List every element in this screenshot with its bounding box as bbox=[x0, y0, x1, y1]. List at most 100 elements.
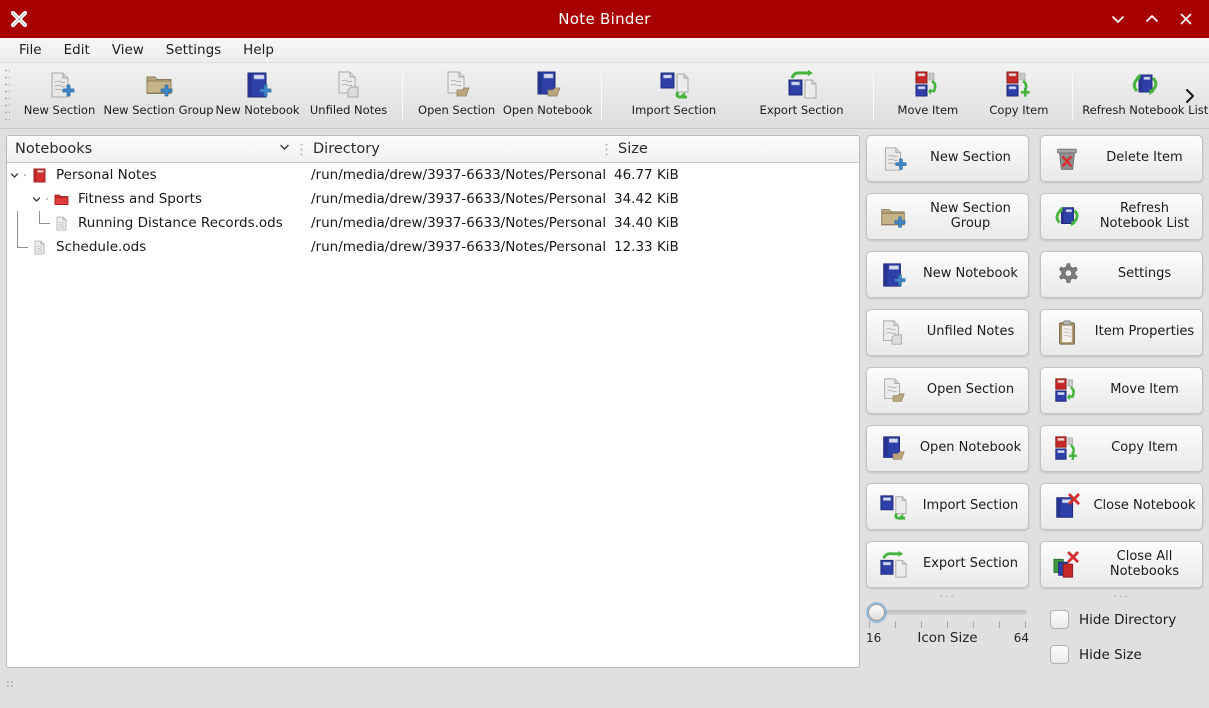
tree-rows: Personal Notes /run/media/drew/3937-6633… bbox=[7, 163, 859, 667]
overflow-ellipsis-left[interactable]: ... bbox=[866, 588, 1029, 600]
tree-cell-name[interactable]: Fitness and Sports bbox=[7, 187, 305, 211]
toolbar-export-section[interactable]: Export Section bbox=[738, 63, 866, 125]
panel-new-section-group-button[interactable]: New Section Group bbox=[866, 193, 1029, 240]
panel-move-item-button[interactable]: Move Item bbox=[1040, 367, 1203, 414]
menu-view[interactable]: View bbox=[101, 40, 155, 60]
toolbar-label: New Section Group bbox=[103, 103, 214, 117]
toolbar-new-section[interactable]: New Section bbox=[14, 63, 105, 125]
panel-open-notebook-button[interactable]: Open Notebook bbox=[866, 425, 1029, 472]
minimize-button[interactable] bbox=[1101, 2, 1135, 36]
toolbar-move-item[interactable]: Move Item bbox=[882, 63, 973, 125]
panel-overflow-indicators: ... ... bbox=[866, 588, 1203, 600]
slider-ticks bbox=[866, 621, 1029, 628]
column-resize-handle[interactable] bbox=[300, 142, 303, 156]
column-header-notebooks[interactable]: Notebooks bbox=[7, 136, 305, 162]
panel-item-properties-button[interactable]: Item Properties bbox=[1040, 309, 1203, 356]
move-item-icon bbox=[1050, 377, 1084, 405]
toolbar-label: Unfiled Notes bbox=[309, 103, 388, 117]
hide-size-checkbox-row[interactable]: Hide Size bbox=[1050, 645, 1203, 664]
table-row[interactable]: Fitness and Sports /run/media/drew/3937-… bbox=[7, 187, 859, 211]
toolbar-unfiled-notes[interactable]: Unfiled Notes bbox=[303, 63, 394, 125]
panel-button-label: Delete Item bbox=[1106, 150, 1183, 166]
icon-size-slider[interactable]: 16 Icon Size 64 bbox=[866, 602, 1029, 664]
tree-cell-name[interactable]: Schedule.ods bbox=[7, 235, 305, 259]
document-icon bbox=[29, 240, 50, 255]
document-add-icon bbox=[45, 68, 75, 101]
toolbar-import-section[interactable]: Import Section bbox=[610, 63, 738, 125]
hide-directory-checkbox-row[interactable]: Hide Directory bbox=[1050, 610, 1203, 629]
toolbar-separator bbox=[402, 69, 404, 120]
panel-button-label: New Section bbox=[930, 150, 1011, 166]
window-title: Note Binder bbox=[558, 10, 651, 28]
panel-refresh-notebook-list-button[interactable]: Refresh Notebook List bbox=[1040, 193, 1203, 240]
table-row[interactable]: Schedule.ods /run/media/drew/3937-6633/N… bbox=[7, 235, 859, 259]
expander-chevron-down-icon[interactable] bbox=[29, 194, 43, 205]
documents-icon bbox=[334, 68, 364, 101]
panel-export-section-button[interactable]: Export Section bbox=[866, 541, 1029, 588]
panel-close-notebook-button[interactable]: Close Notebook bbox=[1040, 483, 1203, 530]
panel-button-label: Open Notebook bbox=[919, 440, 1022, 456]
toolbar-open-section[interactable]: Open Section bbox=[411, 63, 502, 125]
toolbar-separator bbox=[873, 69, 875, 120]
document-open-icon bbox=[876, 377, 910, 405]
column-header-size[interactable]: Size bbox=[610, 136, 859, 162]
toolbar-label: Import Section bbox=[631, 103, 717, 117]
toolbar-new-notebook[interactable]: New Notebook bbox=[212, 63, 303, 125]
toolbar-overflow-button[interactable] bbox=[1177, 63, 1203, 128]
toolbar-drag-handle[interactable] bbox=[4, 67, 10, 124]
note-binder-window: Note Binder File Edit View Settings Help bbox=[0, 0, 1209, 708]
main-content: Notebooks Directory Size Personal Notes … bbox=[0, 129, 1209, 668]
menu-settings[interactable]: Settings bbox=[155, 40, 232, 60]
menu-edit[interactable]: Edit bbox=[53, 40, 101, 60]
notebooks-tree-view[interactable]: Notebooks Directory Size Personal Notes … bbox=[6, 135, 860, 668]
overflow-ellipsis-right[interactable]: ... bbox=[1040, 588, 1203, 600]
maximize-button[interactable] bbox=[1135, 2, 1169, 36]
expander-chevron-down-icon[interactable] bbox=[7, 170, 21, 181]
folder-add-icon bbox=[876, 203, 910, 231]
panel-copy-item-button[interactable]: Copy Item bbox=[1040, 425, 1203, 472]
tree-cell-name[interactable]: Personal Notes bbox=[7, 163, 305, 187]
column-header-directory[interactable]: Directory bbox=[305, 136, 610, 162]
panel-delete-item-button[interactable]: Delete Item bbox=[1040, 135, 1203, 182]
toolbar-open-notebook[interactable]: Open Notebook bbox=[502, 63, 593, 125]
hide-directory-checkbox[interactable] bbox=[1050, 610, 1069, 629]
panel-button-label: Settings bbox=[1117, 266, 1172, 282]
panel-footer-controls: 16 Icon Size 64 Hide Directory Hide Size bbox=[866, 602, 1201, 664]
document-icon bbox=[51, 216, 72, 231]
slider-handle[interactable] bbox=[868, 604, 885, 621]
panel-settings-button[interactable]: Settings bbox=[1040, 251, 1203, 298]
hide-size-checkbox[interactable] bbox=[1050, 645, 1069, 664]
panel-open-section-button[interactable]: Open Section bbox=[866, 367, 1029, 414]
copy-item-icon bbox=[1050, 435, 1084, 463]
close-button[interactable] bbox=[1169, 2, 1203, 36]
slider-track[interactable] bbox=[866, 604, 1029, 621]
panel-new-section-button[interactable]: New Section bbox=[866, 135, 1029, 182]
tree-cell-name[interactable]: Running Distance Records.ods bbox=[7, 211, 305, 235]
notebooks-close-all-icon bbox=[1050, 550, 1084, 579]
panel-close-all-notebooks-button[interactable]: Close All Notebooks bbox=[1040, 541, 1203, 588]
notebook-add-icon bbox=[243, 68, 273, 101]
document-add-icon bbox=[876, 145, 910, 173]
toolbar-copy-item[interactable]: Copy Item bbox=[973, 63, 1064, 125]
toolbar-separator bbox=[1072, 69, 1074, 120]
refresh-notebook-icon bbox=[1050, 203, 1084, 231]
toolbar-new-section-group[interactable]: New Section Group bbox=[103, 63, 214, 125]
notebook-open-icon bbox=[876, 435, 910, 463]
panel-button-label: Move Item bbox=[1110, 382, 1179, 398]
tree-guide bbox=[7, 187, 29, 211]
tree-cell-directory: /run/media/drew/3937-6633/Notes/Personal… bbox=[311, 239, 610, 255]
panel-new-notebook-button[interactable]: New Notebook bbox=[866, 251, 1029, 298]
panel-import-section-button[interactable]: Import Section bbox=[866, 483, 1029, 530]
menu-help[interactable]: Help bbox=[232, 40, 285, 60]
toolbar-label: Export Section bbox=[759, 103, 844, 117]
table-row[interactable]: Personal Notes /run/media/drew/3937-6633… bbox=[7, 163, 859, 187]
action-button-grid: New Section Delete Item New Section Grou… bbox=[866, 135, 1203, 588]
table-row[interactable]: Running Distance Records.ods /run/media/… bbox=[7, 211, 859, 235]
toolbar-label: Open Notebook bbox=[502, 103, 593, 117]
tree-guide bbox=[7, 211, 29, 235]
import-icon bbox=[658, 68, 690, 101]
menu-file[interactable]: File bbox=[8, 40, 53, 60]
panel-unfiled-notes-button[interactable]: Unfiled Notes bbox=[866, 309, 1029, 356]
column-resize-handle[interactable] bbox=[605, 142, 608, 156]
slider-min-label: 16 bbox=[866, 631, 882, 645]
